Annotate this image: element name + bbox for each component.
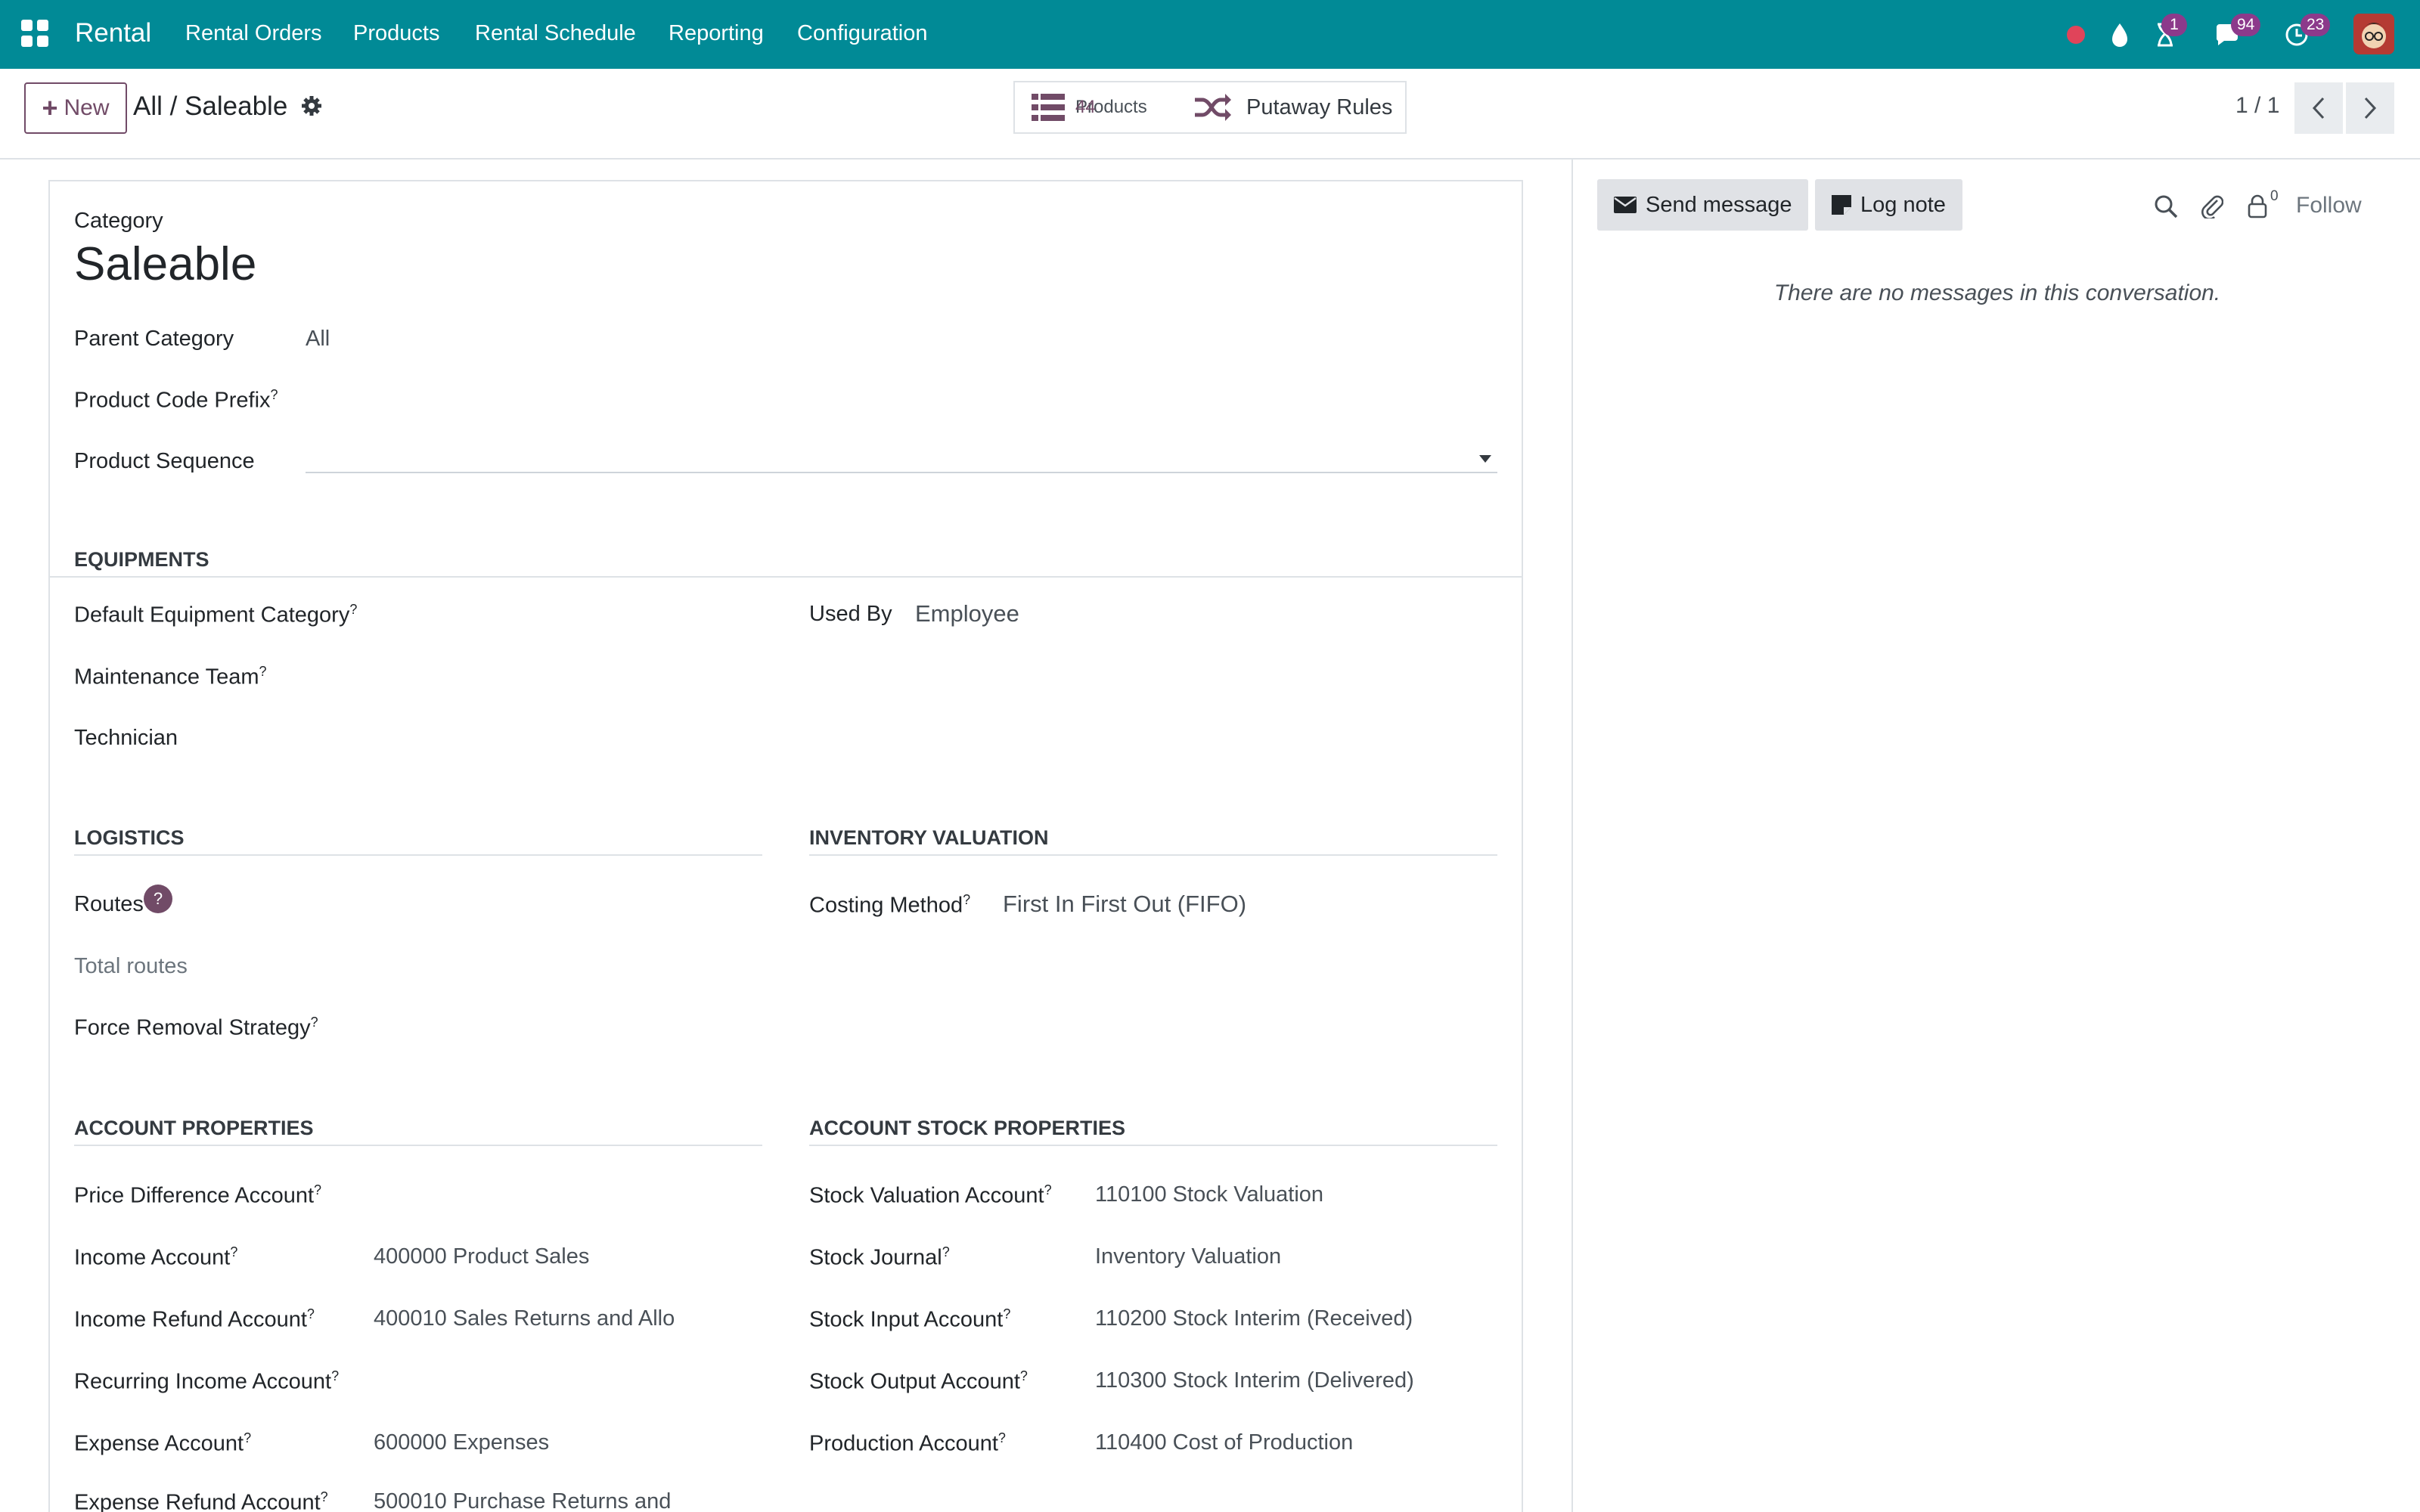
product-code-prefix-label: Product Code Prefix? <box>74 387 278 413</box>
income-refund-account-label: Income Refund Account? <box>74 1306 315 1332</box>
products-smart-button[interactable]: Products 44 <box>1013 81 1184 134</box>
log-note-button[interactable]: Log note <box>1815 179 1962 231</box>
expense-account-label: Expense Account? <box>74 1430 252 1456</box>
expense-refund-account-label: Expense Refund Account? <box>74 1489 328 1512</box>
list-icon <box>1032 94 1065 121</box>
technician-label: Technician <box>74 726 178 750</box>
breadcrumb[interactable]: All / Saleable <box>133 91 287 122</box>
menu-rental-orders[interactable]: Rental Orders <box>185 21 322 46</box>
expense-account-field[interactable]: 600000 Expenses <box>374 1430 549 1455</box>
gear-icon[interactable] <box>300 94 323 117</box>
equipments-section-title: EQUIPMENTS <box>74 548 209 571</box>
force-removal-strategy-label: Force Removal Strategy? <box>74 1015 318 1040</box>
used-by-label: Used By <box>809 602 892 626</box>
send-message-button[interactable]: Send message <box>1597 179 1809 231</box>
chevron-right-icon <box>2364 97 2377 119</box>
category-name[interactable]: Saleable <box>74 237 256 291</box>
stock-valuation-account-label: Stock Valuation Account? <box>809 1182 1052 1208</box>
pager-value[interactable]: 1 / 1 <box>2235 93 2279 119</box>
section-divider <box>809 1145 1497 1146</box>
help-icon[interactable]: ? <box>144 885 172 913</box>
lock-icon[interactable] <box>2248 194 2267 218</box>
no-messages-text: There are no messages in this conversati… <box>1773 280 2221 305</box>
caret-down-icon <box>1479 455 1491 463</box>
stock-journal-field[interactable]: Inventory Valuation <box>1095 1244 1281 1269</box>
product-sequence-label: Product Sequence <box>74 449 255 473</box>
parent-category-label: Parent Category <box>74 327 234 351</box>
production-account-field[interactable]: 110400 Cost of Production <box>1095 1430 1353 1455</box>
recurring-income-account-label: Recurring Income Account? <box>74 1368 340 1394</box>
pager-next-button[interactable] <box>2346 82 2394 134</box>
chevron-left-icon <box>2312 97 2325 119</box>
account-properties-section-title: ACCOUNT PROPERTIES <box>74 1117 314 1139</box>
stock-input-account-label: Stock Input Account? <box>809 1306 1011 1332</box>
costing-method-field[interactable]: First In First Out (FIFO) <box>1003 891 1246 918</box>
stock-journal-label: Stock Journal? <box>809 1244 950 1270</box>
top-navbar: Rental Rental Orders Products Rental Sch… <box>0 0 2420 69</box>
menu-configuration[interactable]: Configuration <box>797 21 928 46</box>
app-name[interactable]: Rental <box>75 18 151 48</box>
used-by-field[interactable]: Employee <box>915 600 1019 627</box>
section-divider <box>74 854 762 856</box>
search-icon[interactable] <box>2154 194 2178 218</box>
plus-icon: + <box>42 92 58 123</box>
price-difference-account-label: Price Difference Account? <box>74 1182 322 1208</box>
menu-products[interactable]: Products <box>353 21 439 46</box>
note-icon <box>1832 195 1851 215</box>
stock-output-account-label: Stock Output Account? <box>809 1368 1028 1394</box>
stock-output-account-field[interactable]: 110300 Stock Interim (Delivered) <box>1095 1368 1414 1393</box>
menu-reporting[interactable]: Reporting <box>669 21 764 46</box>
maintenance-team-label: Maintenance Team? <box>74 664 267 689</box>
putaway-rules-label: Putaway Rules <box>1246 94 1393 119</box>
control-panel: + New All / Saleable Products 44 Putaway … <box>0 69 2420 160</box>
stock-input-account-field[interactable]: 110200 Stock Interim (Received) <box>1095 1306 1413 1331</box>
expense-refund-account-field[interactable]: 500010 Purchase Returns and <box>374 1489 671 1512</box>
income-account-field[interactable]: 400000 Product Sales <box>374 1244 589 1269</box>
category-label: Category <box>74 209 163 233</box>
drop-icon[interactable] <box>2105 20 2135 50</box>
shuffle-icon <box>1195 94 1231 121</box>
activities-badge: 1 <box>2161 14 2187 36</box>
chatter-panel: Send message Log note 0 Follow There are… <box>1571 160 2420 1512</box>
pager-previous-button[interactable] <box>2294 82 2343 134</box>
menu-rental-schedule[interactable]: Rental Schedule <box>475 21 636 46</box>
section-divider <box>809 854 1497 856</box>
messages-badge: 94 <box>2231 14 2261 36</box>
envelope-icon <box>1614 197 1637 213</box>
total-routes-label: Total routes <box>74 954 188 978</box>
income-refund-account-field[interactable]: 400010 Sales Returns and Allo <box>374 1306 675 1331</box>
record-dot-icon[interactable] <box>2061 20 2091 50</box>
account-stock-properties-section-title: ACCOUNT STOCK PROPERTIES <box>809 1117 1126 1139</box>
apps-grid-icon[interactable] <box>21 20 48 47</box>
products-smart-count: 44 <box>1075 97 1096 117</box>
putaway-rules-smart-button[interactable]: Putaway Rules <box>1181 81 1407 134</box>
income-account-label: Income Account? <box>74 1244 238 1270</box>
inventory-valuation-section-title: INVENTORY VALUATION <box>809 826 1049 849</box>
updates-badge: 23 <box>2301 14 2331 36</box>
production-account-label: Production Account? <box>809 1430 1006 1456</box>
paperclip-icon[interactable] <box>2201 193 2223 218</box>
section-divider <box>74 1145 762 1146</box>
follow-button[interactable]: Follow <box>2296 193 2362 218</box>
routes-label: Routes <box>74 892 144 916</box>
parent-category-field[interactable]: All <box>306 327 330 352</box>
stock-valuation-account-field[interactable]: 110100 Stock Valuation <box>1095 1182 1323 1207</box>
followers-count: 0 <box>2270 188 2279 204</box>
logistics-section-title: LOGISTICS <box>74 826 185 849</box>
form-sheet: Category Saleable Parent Category All Pr… <box>48 180 1523 1512</box>
user-avatar[interactable] <box>2353 14 2394 54</box>
section-divider <box>50 576 1522 578</box>
default-equipment-category-label: Default Equipment Category? <box>74 602 358 627</box>
costing-method-label: Costing Method? <box>809 892 971 918</box>
product-sequence-select[interactable] <box>306 434 1497 473</box>
new-button[interactable]: + New <box>24 82 127 134</box>
